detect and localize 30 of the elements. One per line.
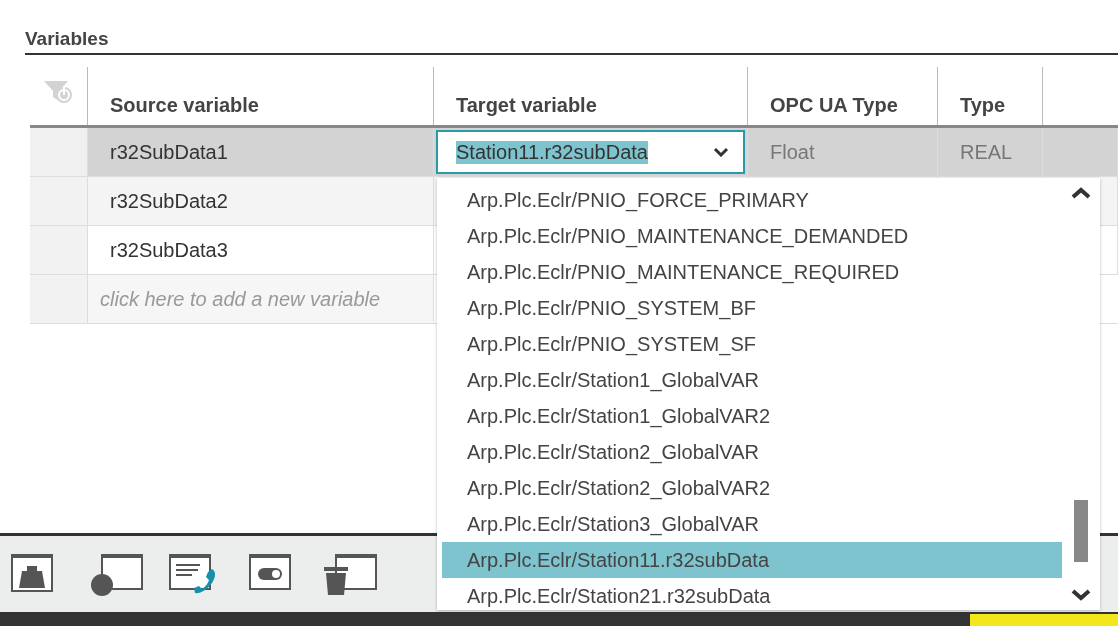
column-header[interactable]: Type [938, 67, 1043, 125]
dropdown-option[interactable]: Arp.Plc.Eclr/PNIO_MAINTENANCE_REQUIRED [442, 254, 1062, 290]
dropdown-option[interactable]: Arp.Plc.Eclr/Station1_GlobalVAR2 [442, 398, 1062, 434]
dropdown-option[interactable]: Arp.Plc.Eclr/Station21.r32subData [442, 578, 1062, 614]
chevron-down-icon [713, 147, 729, 157]
table-cell: r32SubData3 [110, 238, 228, 262]
trash-window-icon[interactable] [322, 551, 380, 597]
circle-window-icon[interactable] [88, 551, 146, 597]
column-header[interactable]: OPC UA Type [748, 67, 938, 125]
dropdown-option[interactable]: Arp.Plc.Eclr/PNIO_MAINTENANCE_DEMANDED [442, 218, 1062, 254]
scroll-down-icon[interactable] [1070, 588, 1092, 602]
dropdown-option[interactable]: Arp.Plc.Eclr/Station2_GlobalVAR [442, 434, 1062, 470]
dropdown-option[interactable]: Arp.Plc.Eclr/PNIO_SYSTEM_SF [442, 326, 1062, 362]
column-header[interactable]: Source variable [88, 67, 434, 125]
section-title: Variables [25, 28, 109, 49]
scrollbar-thumb[interactable] [1074, 500, 1088, 562]
table-cell: r32SubData2 [110, 189, 228, 213]
dropdown-option[interactable]: Arp.Plc.Eclr/Station11.r32subData [442, 542, 1062, 578]
dropdown-option[interactable]: Arp.Plc.Eclr/Station1_GlobalVAR [442, 362, 1062, 398]
target-combobox[interactable]: Station11.r32subData [436, 130, 745, 174]
table-row[interactable]: r32SubData1 Station11.r32subData Float REAL [30, 128, 1118, 177]
table-cell: r32SubData1 [110, 140, 228, 164]
table-cell: Float [770, 140, 815, 164]
dropdown-option[interactable]: Arp.Plc.Eclr/PNIO_FORCE_PRIMARY [442, 182, 1062, 218]
column-header[interactable]: Target variable [434, 67, 748, 125]
dropdown-option[interactable]: Arp.Plc.Eclr/Station3_GlobalVAR [442, 506, 1062, 542]
scroll-up-icon[interactable] [1070, 186, 1092, 200]
dropdown-option[interactable]: Arp.Plc.Eclr/Station2_GlobalVAR2 [442, 470, 1062, 506]
table-cell: REAL [960, 140, 1013, 164]
dropdown-option[interactable]: Arp.Plc.Eclr/PNIO_SYSTEM_BF [442, 290, 1062, 326]
